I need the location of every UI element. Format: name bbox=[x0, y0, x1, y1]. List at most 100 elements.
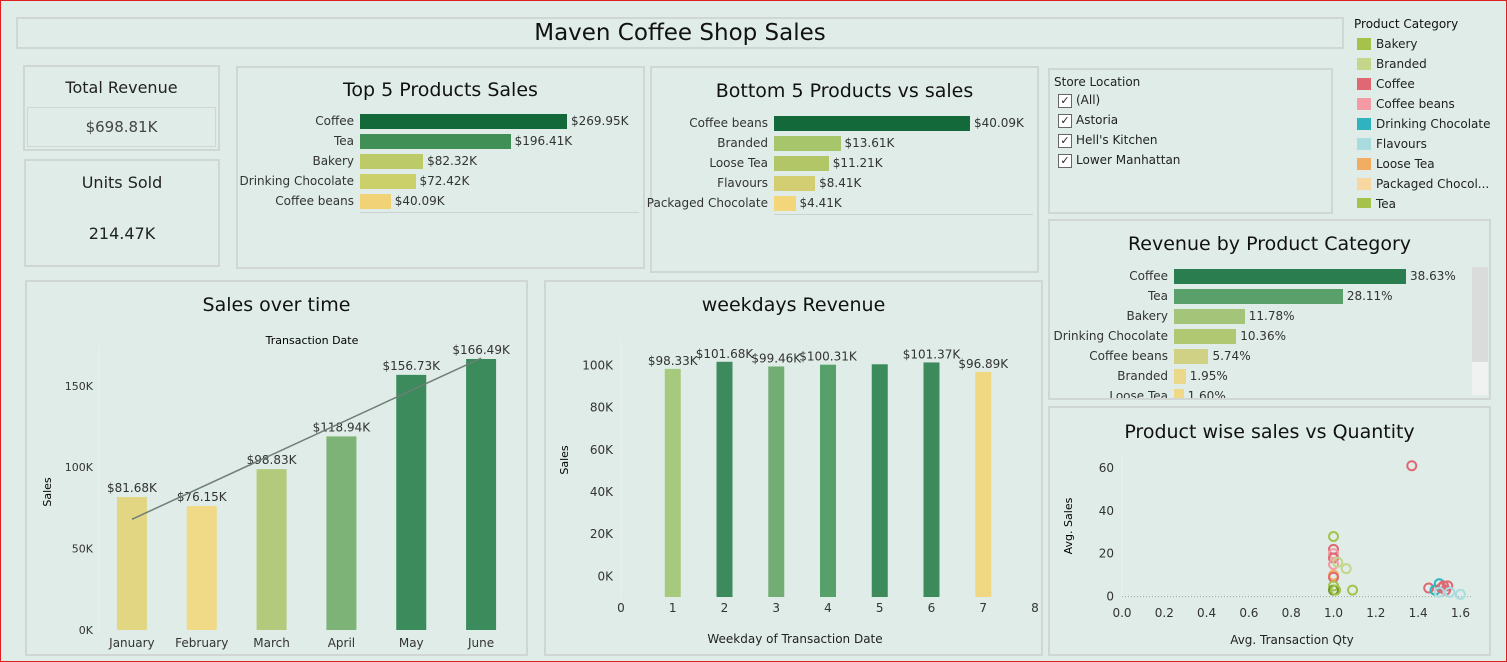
wd-bar[interactable] bbox=[871, 364, 888, 597]
category-value-label: 1.95% bbox=[1189, 369, 1228, 383]
legend-swatch bbox=[1357, 178, 1371, 190]
legend-swatch bbox=[1357, 138, 1371, 150]
sc-ytick: 60 bbox=[1099, 461, 1114, 475]
filter-option-label[interactable]: Hell's Kitchen bbox=[1076, 133, 1158, 147]
category-scrollbar-thumb[interactable] bbox=[1472, 267, 1488, 362]
top5-bar[interactable] bbox=[360, 174, 416, 189]
sot-ytick: 50K bbox=[72, 543, 94, 556]
sc-xtick: 0.6 bbox=[1239, 606, 1258, 620]
sot-bar[interactable] bbox=[116, 497, 147, 630]
top5-bar[interactable] bbox=[360, 134, 511, 149]
top5-value-label: $40.09K bbox=[394, 194, 445, 208]
wd-value-label: $101.68K bbox=[696, 347, 755, 361]
category-bar[interactable] bbox=[1174, 349, 1209, 364]
sot-category-label: February bbox=[175, 636, 228, 650]
bottom5-category-label: Flavours bbox=[717, 176, 768, 190]
sot-bar[interactable] bbox=[256, 469, 287, 630]
sc-xlabel: Avg. Transaction Qty bbox=[1230, 633, 1354, 647]
sot-bar[interactable] bbox=[186, 506, 217, 630]
wd-bar[interactable] bbox=[975, 371, 992, 597]
filter-checkbox[interactable]: ✓ bbox=[1058, 114, 1072, 128]
bottom5-baseline bbox=[774, 214, 1033, 215]
filter-checkbox[interactable]: ✓ bbox=[1058, 94, 1072, 108]
sc-point[interactable] bbox=[1347, 584, 1359, 596]
sot-bar[interactable] bbox=[396, 374, 427, 630]
filter-option-label[interactable]: Lower Manhattan bbox=[1076, 153, 1180, 167]
top5-value-label: $82.32K bbox=[427, 154, 477, 168]
legend-item-label: Tea bbox=[1376, 197, 1397, 208]
top5-category-label: Bakery bbox=[312, 154, 354, 168]
sot-ytick: 100K bbox=[65, 461, 94, 474]
sc-point[interactable] bbox=[1454, 588, 1466, 600]
category-bar[interactable] bbox=[1174, 289, 1343, 304]
kpi-units-sold: Units Sold 214.47K bbox=[24, 159, 220, 267]
sc-point[interactable] bbox=[1406, 460, 1418, 472]
wd-ytick: 100K bbox=[582, 358, 614, 372]
wd-value-label: $96.89K bbox=[958, 357, 1009, 371]
sc-ylabel: Avg. Sales bbox=[1062, 497, 1075, 554]
sot-subtitle: Transaction Date bbox=[265, 334, 359, 347]
wd-value-label: $100.31K bbox=[799, 350, 858, 364]
sot-category-label: June bbox=[467, 636, 494, 650]
sc-ytick: 40 bbox=[1099, 504, 1114, 518]
filter-option-label[interactable]: (All) bbox=[1076, 93, 1100, 107]
wd-value-label: $98.33K bbox=[648, 354, 699, 368]
kpi-revenue-label: Total Revenue bbox=[65, 78, 178, 97]
sc-point[interactable] bbox=[1328, 531, 1340, 543]
wd-xlabel: Weekday of Transaction Date bbox=[707, 632, 882, 646]
category-category-label: Drinking Chocolate bbox=[1053, 329, 1168, 343]
scatter-chart: 0 20 40 60 0.0 0.2 0.4 0.6 0.8 1.0 1.2 1.4 1.6 Avg. S… bbox=[1062, 455, 1471, 647]
category-bar[interactable] bbox=[1174, 269, 1406, 284]
sc-xtick: 1.4 bbox=[1409, 606, 1428, 620]
wd-bar[interactable] bbox=[923, 362, 940, 597]
top5-bar[interactable] bbox=[360, 194, 391, 209]
category-scrollbar[interactable] bbox=[1472, 267, 1488, 395]
filter-checkbox[interactable]: ✓ bbox=[1058, 154, 1072, 168]
wd-xtick: 0 bbox=[617, 601, 625, 615]
wd-ytick: 80K bbox=[590, 401, 614, 415]
kpi-revenue-value: $698.81K bbox=[85, 118, 158, 136]
wd-xtick: 5 bbox=[876, 601, 884, 615]
bottom5-bar[interactable] bbox=[774, 136, 841, 151]
legend-item-label: Flavours bbox=[1376, 137, 1427, 151]
kpi-revenue-box: $698.81K bbox=[27, 107, 216, 147]
category-bar[interactable] bbox=[1174, 389, 1184, 398]
category-bar[interactable] bbox=[1174, 369, 1186, 384]
wd-ytick: 40K bbox=[590, 485, 614, 499]
wd-bar[interactable] bbox=[716, 361, 733, 597]
legend-item-label: Branded bbox=[1376, 57, 1427, 71]
sc-point[interactable] bbox=[1340, 563, 1352, 575]
wd-bar[interactable] bbox=[768, 366, 785, 597]
bottom5-category-label: Coffee beans bbox=[689, 116, 768, 130]
sc-ytick: 0 bbox=[1106, 590, 1114, 604]
category-category-label: Coffee bbox=[1129, 269, 1168, 283]
top5-baseline bbox=[360, 212, 639, 213]
sot-ytick: 0K bbox=[79, 624, 94, 637]
filter-checkbox[interactable]: ✓ bbox=[1058, 134, 1072, 148]
top5-value-label: $196.41K bbox=[514, 134, 573, 148]
bottom5-bar[interactable] bbox=[774, 116, 970, 131]
category-panel: Revenue by Product Category Coffee 38.63%… bbox=[1048, 219, 1491, 400]
wd-xtick: 3 bbox=[772, 601, 780, 615]
bottom5-bar[interactable] bbox=[774, 196, 796, 211]
filter-option-label[interactable]: Astoria bbox=[1076, 113, 1118, 127]
bottom5-bar[interactable] bbox=[774, 156, 829, 171]
top5-bar[interactable] bbox=[360, 154, 424, 169]
top5-category-label: Tea bbox=[333, 134, 354, 148]
category-category-label: Bakery bbox=[1126, 309, 1168, 323]
bottom5-bar[interactable] bbox=[774, 176, 816, 191]
sc-xtick: 1.0 bbox=[1324, 606, 1343, 620]
sot-category-label: May bbox=[399, 636, 424, 650]
sot-bar[interactable] bbox=[466, 358, 497, 630]
top5-bar[interactable] bbox=[360, 114, 567, 129]
bottom5-chart: Coffee beans $40.09K Branded $13.61K Loose T… bbox=[647, 68, 1037, 271]
bottom5-value-label: $4.41K bbox=[799, 196, 842, 210]
sot-bar[interactable] bbox=[326, 436, 357, 630]
category-bar[interactable] bbox=[1174, 309, 1245, 324]
wd-bar[interactable] bbox=[664, 368, 681, 597]
category-bar[interactable] bbox=[1174, 329, 1237, 344]
wd-bar[interactable] bbox=[820, 364, 836, 597]
legend-swatch bbox=[1357, 38, 1371, 50]
wd-value-label: $99.46K bbox=[751, 351, 802, 365]
legend-swatch bbox=[1357, 198, 1371, 208]
